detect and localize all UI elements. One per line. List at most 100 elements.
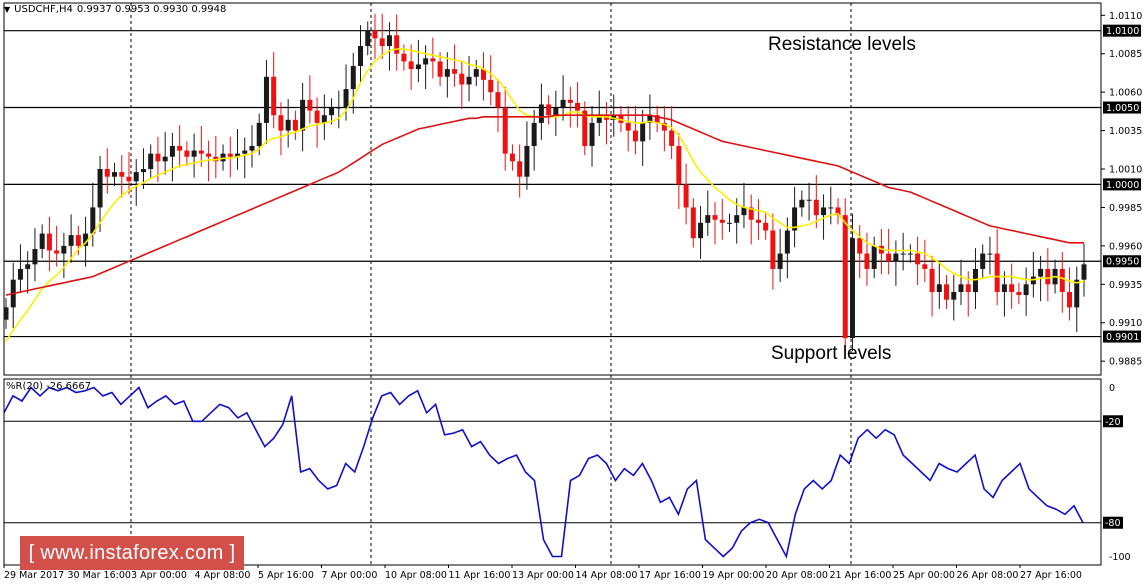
candle (726, 213, 732, 233)
candle-body (915, 253, 921, 265)
candle (292, 110, 298, 140)
candle (10, 262, 16, 329)
candle (857, 225, 863, 279)
candle (806, 182, 812, 221)
candle-body (944, 284, 950, 300)
y-tick-label: 0.9935 (1109, 280, 1142, 291)
candle-body (184, 150, 190, 157)
x-tick-label: 25 Apr 00:00 (893, 570, 955, 581)
candle-body (763, 222, 769, 231)
candle (886, 228, 892, 275)
candle-body (821, 207, 827, 216)
candle (242, 137, 248, 179)
candle (314, 97, 320, 148)
x-tick-label: 3 Apr 00:00 (131, 570, 187, 581)
candle-body (300, 99, 306, 131)
candle-body (509, 153, 515, 162)
candle (770, 213, 776, 290)
candle (285, 99, 291, 148)
candle-body (32, 248, 38, 265)
candle-body (849, 238, 855, 339)
candle-body (39, 233, 45, 249)
candle-body (770, 230, 776, 269)
candle (987, 236, 993, 275)
candle (386, 22, 392, 71)
candle-body (828, 207, 834, 209)
candle-body (430, 58, 436, 62)
candle (61, 232, 67, 279)
candle-body (1023, 284, 1029, 296)
candle-body (575, 102, 581, 111)
candle (1074, 266, 1080, 332)
candle (944, 275, 950, 309)
candle-body (68, 235, 74, 246)
candle-body (249, 145, 255, 151)
y-tick-label: 1.0060 (1109, 88, 1142, 99)
y-tick-label: 0.9910 (1109, 318, 1142, 329)
candle-body (936, 284, 942, 292)
candle (365, 21, 371, 56)
candle (625, 105, 631, 152)
candle-body (1059, 268, 1065, 292)
candle-body (922, 264, 928, 269)
candle-body (292, 119, 298, 131)
candle (524, 121, 530, 190)
candle-body (358, 46, 364, 67)
wpr-level-label: -20 (1105, 417, 1121, 428)
candle-body (3, 307, 9, 320)
candle-body (553, 107, 559, 116)
candle (951, 275, 957, 321)
candle-body (958, 284, 964, 292)
candle (133, 159, 139, 206)
candle (502, 86, 508, 171)
candle-body (864, 253, 870, 269)
slow-moving-average-line (5, 114, 1084, 296)
candle (104, 148, 110, 194)
candle-body (683, 184, 689, 208)
candle (878, 228, 884, 275)
candle (358, 25, 364, 83)
candle (495, 79, 501, 133)
candle (488, 55, 494, 106)
y-tick-label: 0.9885 (1109, 357, 1142, 368)
candle-body (75, 235, 81, 246)
candle (169, 132, 175, 182)
candle (582, 101, 588, 156)
candle-body (112, 172, 118, 177)
candle (177, 125, 183, 168)
candle-body (17, 268, 23, 280)
candle (430, 37, 436, 79)
candle (336, 90, 342, 129)
x-tick-label: 4 Apr 08:00 (195, 570, 251, 581)
candle (531, 109, 537, 171)
candle-body (227, 153, 233, 157)
candle-body (799, 199, 805, 208)
x-tick-label: 19 Apr 00:00 (703, 570, 765, 581)
candle-body (965, 284, 971, 292)
candle (748, 194, 754, 245)
support-annotation: Support levels (771, 343, 892, 364)
candle-body (777, 253, 783, 269)
y-tick-label: 1.0035 (1109, 126, 1142, 137)
candle-body (517, 161, 523, 177)
x-tick-label: 20 Apr 08:00 (766, 570, 828, 581)
candle (162, 132, 168, 175)
candle (936, 263, 942, 309)
candle (980, 244, 986, 279)
candle (661, 105, 667, 152)
candle-body (379, 38, 385, 47)
dropdown-arrow-icon[interactable]: ▼ (4, 5, 10, 14)
candle-body (162, 156, 168, 162)
candle (191, 133, 197, 178)
x-tick-label: 17 Apr 16:00 (639, 570, 701, 581)
candle-body (813, 199, 819, 216)
candle (705, 190, 711, 236)
candle (712, 202, 718, 245)
candle (1009, 263, 1015, 309)
x-tick-label: 29 Mar 2017 (4, 570, 64, 581)
candle (220, 144, 226, 171)
candle-body (119, 172, 125, 177)
candle-body (25, 264, 31, 269)
watermark-logo[interactable]: [ www.instaforex.com ] (20, 536, 244, 570)
candle (1030, 252, 1036, 298)
